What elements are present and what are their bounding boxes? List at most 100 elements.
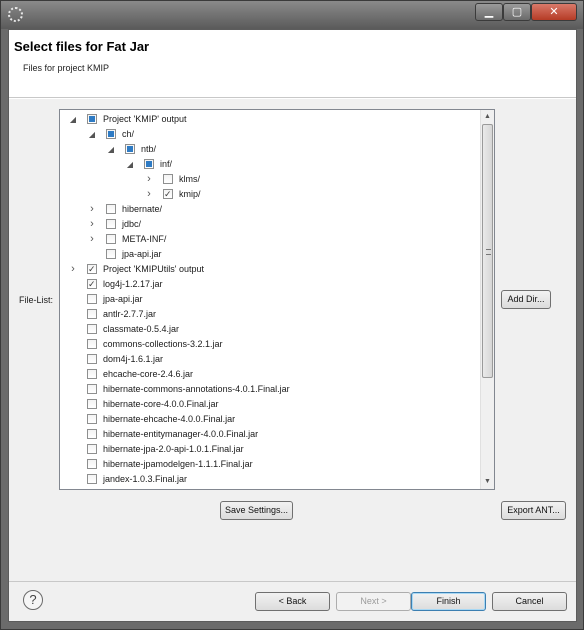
tree-item-label: Project 'KMIPUtils' output bbox=[103, 264, 204, 274]
tree-item-checkbox[interactable] bbox=[87, 277, 97, 292]
maximize-icon: ▢ bbox=[511, 6, 523, 18]
add-dir-button[interactable]: Add Dir... bbox=[501, 290, 551, 309]
collapsed-twisty-icon[interactable]: › bbox=[87, 202, 97, 217]
tree-item-checkbox[interactable] bbox=[106, 249, 116, 259]
tree-item[interactable]: jandex-1.0.3.Final.jar bbox=[60, 472, 480, 487]
tree-item[interactable]: › Project 'KMIPUtils' output bbox=[60, 262, 480, 277]
scrollbar-thumb[interactable] bbox=[482, 124, 493, 378]
tree-item[interactable]: ◢ ntb/ bbox=[60, 142, 480, 157]
tree-item-label: commons-collections-3.2.1.jar bbox=[103, 339, 223, 349]
next-button[interactable]: Next > bbox=[336, 592, 411, 611]
tree-item[interactable]: jpa-api.jar bbox=[60, 292, 480, 307]
file-list-tree[interactable]: ▲ ▼ ◢ Project 'KMIP' output ◢ ch/ ◢ ntb/ ◢ inf/… bbox=[59, 109, 495, 490]
tree-item[interactable]: ◢ inf/ bbox=[60, 157, 480, 172]
minimize-icon: ▁ bbox=[484, 6, 494, 18]
scroll-up-icon[interactable]: ▲ bbox=[481, 110, 494, 124]
tree-item-checkbox[interactable] bbox=[125, 144, 135, 154]
close-icon: ✕ bbox=[549, 6, 559, 18]
collapsed-twisty-icon[interactable]: › bbox=[87, 217, 97, 232]
tree-item-checkbox[interactable] bbox=[87, 429, 97, 439]
tree-item-checkbox[interactable] bbox=[106, 219, 116, 229]
tree-item-label: inf/ bbox=[160, 159, 173, 169]
tree-item-checkbox[interactable] bbox=[87, 114, 97, 124]
scroll-down-icon[interactable]: ▼ bbox=[481, 475, 494, 489]
title-bar[interactable]: ▁ ▢ ✕ bbox=[1, 1, 583, 29]
maximize-button[interactable]: ▢ bbox=[503, 3, 531, 21]
tree-item-label: jdbc/ bbox=[122, 219, 142, 229]
tree-item-checkbox[interactable] bbox=[87, 324, 97, 334]
expanded-twisty-icon[interactable]: ◢ bbox=[87, 127, 97, 142]
tree-item[interactable]: antlr-2.7.7.jar bbox=[60, 307, 480, 322]
close-button[interactable]: ✕ bbox=[531, 3, 577, 21]
collapsed-twisty-icon[interactable]: › bbox=[87, 232, 97, 247]
tree-item[interactable]: ◢ Project 'KMIP' output bbox=[60, 112, 480, 127]
tree-item-label: hibernate-jpa-2.0-api-1.0.1.Final.jar bbox=[103, 444, 244, 454]
collapsed-twisty-icon[interactable]: › bbox=[144, 172, 154, 187]
expanded-twisty-icon[interactable]: ◢ bbox=[125, 157, 135, 172]
tree-item-checkbox[interactable] bbox=[106, 129, 116, 139]
tree-item[interactable]: hibernate-commons-annotations-4.0.1.Fina… bbox=[60, 382, 480, 397]
tree-item-checkbox[interactable] bbox=[87, 339, 97, 349]
tree-item-checkbox[interactable] bbox=[87, 309, 97, 319]
save-settings-button[interactable]: Save Settings... bbox=[220, 501, 293, 520]
tree-item[interactable]: hibernate-entitymanager-4.0.0.Final.jar bbox=[60, 427, 480, 442]
tree-item-label: kmip/ bbox=[179, 189, 201, 199]
tree-item-label: hibernate-core-4.0.0.Final.jar bbox=[103, 399, 219, 409]
export-ant-button[interactable]: Export ANT... bbox=[501, 501, 566, 520]
tree-item[interactable]: log4j-1.2.17.jar bbox=[60, 277, 480, 292]
tree-item-checkbox[interactable] bbox=[87, 354, 97, 364]
tree-item-checkbox[interactable] bbox=[106, 234, 116, 244]
tree-item-label: hibernate-commons-annotations-4.0.1.Fina… bbox=[103, 384, 290, 394]
tree-item[interactable]: › jdbc/ bbox=[60, 217, 480, 232]
expanded-twisty-icon[interactable]: ◢ bbox=[68, 112, 78, 127]
tree-item[interactable]: dom4j-1.6.1.jar bbox=[60, 352, 480, 367]
tree-item[interactable]: ehcache-core-2.4.6.jar bbox=[60, 367, 480, 382]
tree-item[interactable]: ◢ ch/ bbox=[60, 127, 480, 142]
tree-item-checkbox[interactable] bbox=[87, 474, 97, 484]
tree-item[interactable]: jpa-api.jar bbox=[60, 247, 480, 262]
footer-divider bbox=[9, 581, 576, 582]
tree-item[interactable]: › kmip/ bbox=[60, 187, 480, 202]
tree-item[interactable]: › META-INF/ bbox=[60, 232, 480, 247]
tree-item[interactable]: classmate-0.5.4.jar bbox=[60, 322, 480, 337]
tree-item-checkbox[interactable] bbox=[87, 444, 97, 454]
tree-item-label: hibernate/ bbox=[122, 204, 163, 214]
tree-item[interactable]: › hibernate/ bbox=[60, 202, 480, 217]
expanded-twisty-icon[interactable]: ◢ bbox=[106, 142, 116, 157]
minimize-button[interactable]: ▁ bbox=[475, 3, 503, 21]
tree-item[interactable]: commons-collections-3.2.1.jar bbox=[60, 337, 480, 352]
tree-item[interactable]: hibernate-ehcache-4.0.0.Final.jar bbox=[60, 412, 480, 427]
collapsed-twisty-icon[interactable]: › bbox=[68, 262, 78, 277]
finish-button[interactable]: Finish bbox=[411, 592, 486, 611]
tree-item-checkbox[interactable] bbox=[87, 262, 97, 277]
vertical-scrollbar[interactable]: ▲ ▼ bbox=[480, 110, 494, 489]
cancel-button[interactable]: Cancel bbox=[492, 592, 567, 611]
back-button[interactable]: < Back bbox=[255, 592, 330, 611]
tree-item-checkbox[interactable] bbox=[163, 187, 173, 202]
tree-item[interactable]: hibernate-jpamodelgen-1.1.1.Final.jar bbox=[60, 457, 480, 472]
tree-item-checkbox[interactable] bbox=[87, 294, 97, 304]
tree-item-label: hibernate-jpamodelgen-1.1.1.Final.jar bbox=[103, 459, 253, 469]
tree-item-checkbox[interactable] bbox=[87, 459, 97, 469]
page-title: Select files for Fat Jar bbox=[14, 39, 150, 54]
tree-item[interactable]: › klms/ bbox=[60, 172, 480, 187]
tree-item-checkbox[interactable] bbox=[87, 414, 97, 424]
tree-item-checkbox[interactable] bbox=[106, 204, 116, 214]
tree-item[interactable]: hibernate-jpa-2.0-api-1.0.1.Final.jar bbox=[60, 442, 480, 457]
eclipse-icon bbox=[8, 7, 23, 22]
tree-item-label: ch/ bbox=[122, 129, 135, 139]
help-icon[interactable]: ? bbox=[23, 590, 43, 610]
tree-item-checkbox[interactable] bbox=[163, 174, 173, 184]
tree-item-checkbox[interactable] bbox=[87, 384, 97, 394]
tree-item-checkbox[interactable] bbox=[87, 369, 97, 379]
tree-item-checkbox[interactable] bbox=[87, 399, 97, 409]
collapsed-twisty-icon[interactable]: › bbox=[144, 187, 154, 202]
tree-item[interactable]: hibernate-core-4.0.0.Final.jar bbox=[60, 397, 480, 412]
tree-item-checkbox[interactable] bbox=[144, 159, 154, 169]
